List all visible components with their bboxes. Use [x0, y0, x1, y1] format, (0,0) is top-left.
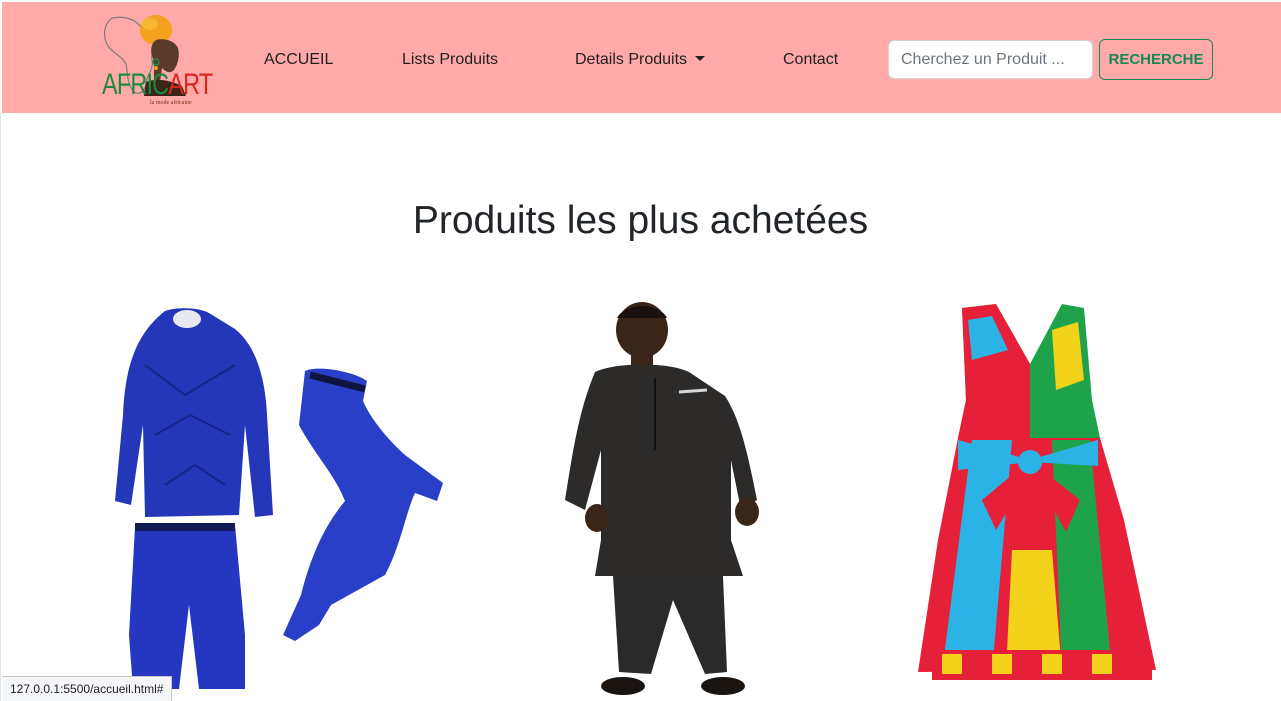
product-image-1[interactable] — [105, 305, 450, 695]
product-image-3[interactable] — [912, 300, 1162, 698]
caret-down-icon — [695, 56, 706, 61]
section-title: Produits les plus achetées — [412, 199, 869, 242]
nav-details-produits-dropdown[interactable]: Details Produits — [575, 49, 706, 71]
nav-contact[interactable]: Contact — [783, 49, 838, 71]
product-image-2[interactable] — [555, 300, 775, 698]
nav-details-produits-label: Details Produits — [575, 51, 688, 68]
search-button[interactable]: RECHERCHE — [1099, 39, 1213, 80]
nav-accueil[interactable]: ACCUEIL — [264, 49, 333, 71]
brand-wordmark: AFRICART — [102, 68, 213, 101]
navbar: AFRICART la mode africaine ACCUEIL Lists… — [2, 2, 1281, 113]
brand-tagline: la mode africaine — [150, 100, 192, 106]
browser-status-bar: 127.0.0.1:5500/accueil.html# — [2, 676, 173, 701]
nav-lists-produits[interactable]: Lists Produits — [402, 49, 498, 71]
brand-logo[interactable]: AFRICART la mode africaine — [100, 12, 213, 110]
search-input[interactable] — [888, 40, 1093, 79]
